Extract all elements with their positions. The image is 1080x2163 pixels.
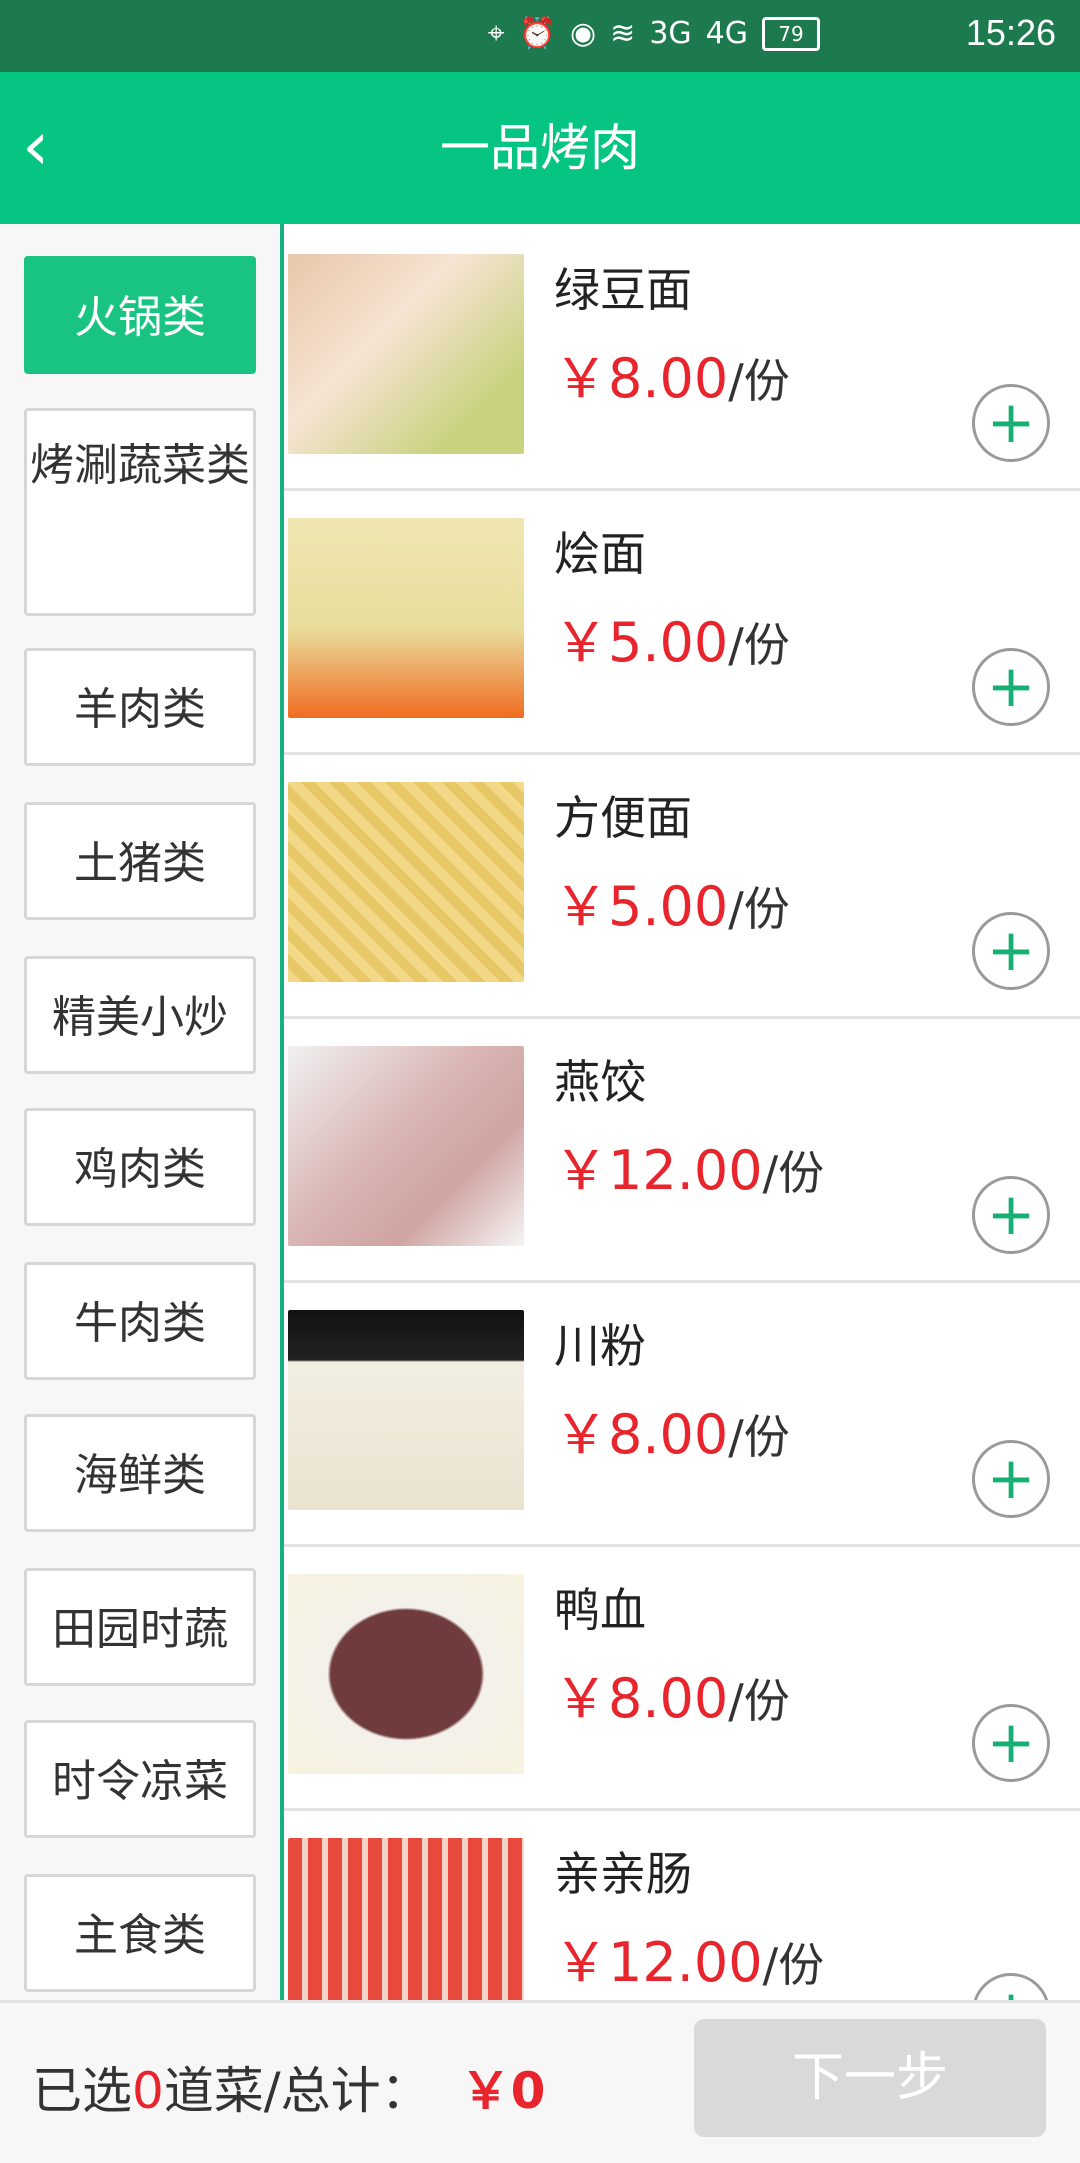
- dish-list: 绿豆面 ￥8.00/份 + 烩面 ￥5.00/份 + 方便面 ￥5.00/份 +…: [284, 224, 1080, 2000]
- dish-price: ￥5.00/份: [554, 875, 790, 938]
- order-summary: 已选0道菜/总计： ￥0: [32, 2062, 546, 2120]
- status-bar: ⌖ ⏰ ◉ ≋ 3G 4G 79 15:26: [0, 0, 1080, 72]
- dish-name: 川粉: [554, 1319, 646, 1373]
- next-button[interactable]: 下一步: [694, 2019, 1046, 2137]
- page-title: 一品烤肉: [440, 119, 640, 177]
- category-item[interactable]: 精美小炒: [24, 956, 256, 1074]
- dish-name: 鸭血: [554, 1583, 646, 1637]
- add-icon[interactable]: +: [972, 1704, 1050, 1782]
- category-item[interactable]: 鸡肉类: [24, 1108, 256, 1226]
- category-item[interactable]: 田园时蔬: [24, 1568, 256, 1686]
- dish-image: [288, 1046, 524, 1246]
- category-item[interactable]: 牛肉类: [24, 1262, 256, 1380]
- add-icon[interactable]: +: [972, 384, 1050, 462]
- category-item[interactable]: 烤涮蔬菜类: [24, 408, 256, 616]
- dish-item: 方便面 ￥5.00/份 +: [284, 752, 1080, 1019]
- dish-item: 绿豆面 ￥8.00/份 +: [284, 224, 1080, 491]
- status-icons: ⌖ ⏰ ◉ ≋ 3G 4G 79: [488, 16, 820, 51]
- order-footer: 已选0道菜/总计： ￥0 下一步: [0, 2000, 1080, 2163]
- category-item[interactable]: 海鲜类: [24, 1414, 256, 1532]
- dish-price: ￥8.00/份: [554, 1403, 790, 1466]
- dish-name: 烩面: [554, 527, 646, 581]
- dish-name: 绿豆面: [554, 263, 692, 317]
- signal-icon-3g: 3G: [649, 16, 692, 51]
- status-time: 15:26: [965, 12, 1056, 53]
- category-sidebar: 火锅类 烤涮蔬菜类 羊肉类 土猪类 精美小炒 鸡肉类 牛肉类 海鲜类 田园时蔬 …: [0, 224, 284, 2000]
- alarm-icon: ⏰: [518, 16, 556, 51]
- dish-image: [288, 1310, 524, 1510]
- dish-image: [288, 1574, 524, 1774]
- dish-price: ￥8.00/份: [554, 347, 790, 410]
- add-icon[interactable]: +: [972, 1440, 1050, 1518]
- dish-price: ￥12.00/份: [554, 1139, 825, 1202]
- dish-item: 烩面 ￥5.00/份 +: [284, 488, 1080, 755]
- add-icon[interactable]: +: [972, 1176, 1050, 1254]
- category-item[interactable]: 羊肉类: [24, 648, 256, 766]
- dish-image: [288, 254, 524, 454]
- dish-item: 亲亲肠 ￥12.00/份 +: [284, 1808, 1080, 2000]
- dish-price: ￥12.00/份: [554, 1931, 825, 1994]
- app-header: ‹ 一品烤肉: [0, 72, 1080, 224]
- wifi-icon: ≋: [610, 16, 636, 51]
- dish-price: ￥5.00/份: [554, 611, 790, 674]
- dish-item: 燕饺 ￥12.00/份 +: [284, 1016, 1080, 1283]
- dish-name: 燕饺: [554, 1055, 646, 1109]
- add-icon[interactable]: +: [972, 648, 1050, 726]
- category-item[interactable]: 土猪类: [24, 802, 256, 920]
- category-item[interactable]: 火锅类: [24, 256, 256, 374]
- dish-item: 川粉 ￥8.00/份 +: [284, 1280, 1080, 1547]
- dish-item: 鸭血 ￥8.00/份 +: [284, 1544, 1080, 1811]
- battery-icon: 79: [762, 16, 820, 51]
- add-icon[interactable]: +: [972, 1973, 1050, 2000]
- category-item[interactable]: 主食类: [24, 1874, 256, 1992]
- dish-name: 方便面: [554, 791, 692, 845]
- dish-image: [288, 1838, 524, 2000]
- location-icon: ⌖: [487, 16, 505, 51]
- dish-image: [288, 518, 524, 718]
- dish-price: ￥8.00/份: [554, 1667, 790, 1730]
- dish-image: [288, 782, 524, 982]
- signal-icon-4g: 4G: [705, 16, 748, 51]
- category-item[interactable]: 时令凉菜: [24, 1720, 256, 1838]
- eye-icon: ◉: [569, 16, 597, 51]
- dish-name: 亲亲肠: [554, 1847, 692, 1901]
- add-icon[interactable]: +: [972, 912, 1050, 990]
